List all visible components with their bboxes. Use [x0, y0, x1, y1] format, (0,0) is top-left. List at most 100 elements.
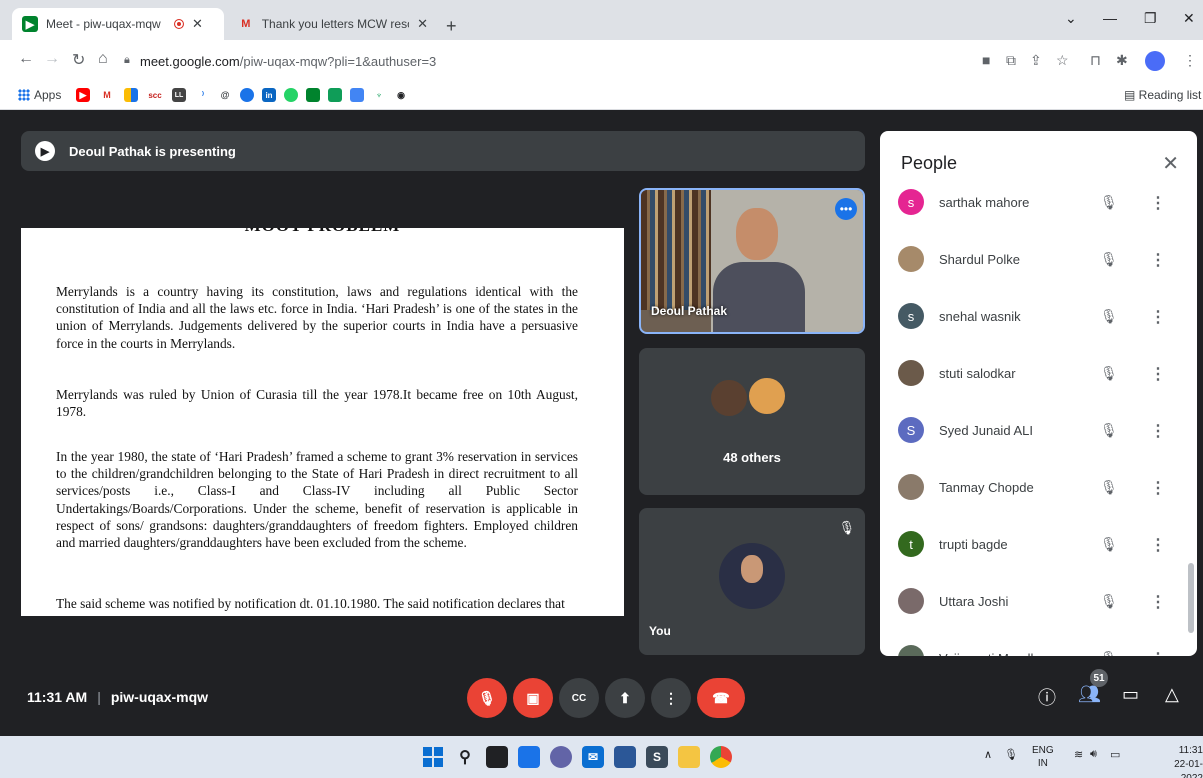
chat-icon[interactable]: ▭ [1122, 684, 1139, 705]
windows-start-icon[interactable] [422, 746, 444, 768]
people-panel-title: People [901, 153, 958, 173]
people-panel: People ✕ s sarthak mahore 🎙︎ ⋮ Shardul Polke… [880, 131, 1197, 656]
tray-chevron-icon[interactable]: ∧ [984, 748, 992, 761]
gmail-icon: M [241, 18, 251, 30]
more-vert-icon[interactable]: ⋮ [1150, 592, 1166, 612]
leave-call-button[interactable]: ☎ [697, 678, 745, 718]
sheets-icon[interactable] [328, 88, 342, 102]
bookmark-icon[interactable]: @ [218, 88, 232, 102]
forward-arrow-icon[interactable]: → [44, 50, 60, 68]
shared-document: MOOT PROBLEM Merrylands is a country hav… [21, 228, 624, 616]
more-vert-icon[interactable]: ⋮ [1150, 421, 1166, 441]
reload-icon[interactable]: ↻ [72, 50, 85, 70]
close-window-button[interactable]: ✕ [1183, 10, 1195, 27]
minimize-button[interactable]: — [1103, 10, 1117, 26]
more-vert-icon[interactable]: ⋮ [1150, 535, 1166, 555]
google-meet-icon[interactable] [306, 88, 320, 102]
lang-bottom: IN [1037, 758, 1048, 769]
participant-avatar [898, 588, 924, 614]
presenting-text: Deoul Pathak is presenting [69, 143, 236, 159]
store-icon[interactable] [614, 746, 636, 768]
new-tab-button[interactable]: + [446, 16, 457, 37]
chrome-icon[interactable] [710, 746, 732, 768]
captions-button[interactable]: CC [559, 678, 599, 718]
menu-dots-icon[interactable]: ⋮ [1183, 52, 1197, 69]
apps-bookmark[interactable]: Apps [18, 88, 61, 102]
whatsapp-icon[interactable] [284, 88, 298, 102]
chat-app-icon[interactable] [550, 746, 572, 768]
file-explorer-icon[interactable] [678, 746, 700, 768]
camera-icon[interactable]: ■ [982, 52, 990, 68]
home-icon[interactable]: ⌂ [98, 50, 108, 68]
gmail-icon[interactable]: M [100, 88, 114, 102]
mail-icon[interactable]: ✉ [582, 746, 604, 768]
bookmark-icon[interactable] [124, 88, 138, 102]
volume-icon[interactable]: 🔊︎ [1090, 748, 1097, 761]
bookshelf [641, 190, 711, 310]
share-icon[interactable]: ⇪ [1030, 52, 1042, 69]
people-icon[interactable]: 👥︎ [1078, 684, 1101, 705]
bookmark-icon[interactable]: ♆ [372, 88, 386, 102]
more-vert-icon[interactable]: ⋮ [1150, 250, 1166, 270]
mic-off-icon: 🎙︎ [478, 689, 496, 706]
reading-list-button[interactable]: ▤ Reading list [1124, 88, 1201, 102]
camera-off-button[interactable]: ▣ [513, 678, 553, 718]
mic-off-icon: 🎙︎ [1100, 308, 1118, 324]
participant-name: Shardul Polke [939, 252, 1020, 267]
more-vert-icon[interactable]: ⋮ [1150, 649, 1166, 656]
close-tab-icon[interactable]: ✕ [417, 16, 428, 32]
activities-icon[interactable]: △ [1165, 684, 1179, 705]
battery-icon[interactable]: ▭ [1110, 748, 1120, 761]
app-icon[interactable]: S [646, 746, 668, 768]
live-law-icon[interactable]: LL [172, 88, 186, 102]
others-tile[interactable]: 48 others [639, 348, 865, 495]
bookmark-star-icon[interactable]: ☆ [1056, 52, 1069, 69]
address-bar[interactable]: meet.google.com/piw-uqax-mqw?pli=1&authu… [140, 54, 436, 69]
participant-row[interactable]: Uttara Joshi 🎙︎ ⋮ [880, 588, 1197, 656]
more-vert-icon[interactable]: ⋮ [1150, 193, 1166, 213]
open-external-icon[interactable]: ⧉ [1006, 52, 1016, 69]
meeting-code: piw-uqax-mqw [110, 689, 209, 705]
meeting-details-icon[interactable]: ⓘ [1038, 684, 1056, 710]
tab-gmail[interactable]: M Thank you letters MCW resource ✕ [228, 8, 438, 40]
more-options-icon[interactable]: ••• [835, 198, 857, 220]
linkedin-icon[interactable]: in [262, 88, 276, 102]
more-vert-icon[interactable]: ⋮ [1150, 478, 1166, 498]
tab-search-chevron-icon[interactable]: ⌄ [1065, 10, 1077, 27]
task-view-icon[interactable] [486, 746, 508, 768]
close-icon[interactable]: ✕ [1162, 151, 1179, 176]
mic-off-button[interactable]: 🎙︎ [467, 678, 507, 718]
scrollbar[interactable] [1188, 563, 1194, 633]
participant-avatar: S [898, 417, 924, 443]
bookmark-icon[interactable]: ◉ [394, 88, 408, 102]
widgets-icon[interactable] [518, 746, 540, 768]
extension-icon[interactable]: ⊓ [1090, 52, 1101, 69]
mic-off-icon: 🎙︎ [1100, 593, 1118, 609]
present-button[interactable]: ⬆ [605, 678, 645, 718]
close-tab-icon[interactable]: ✕ [192, 16, 203, 32]
presenter-video-tile[interactable]: ••• Deoul Pathak [639, 188, 865, 334]
more-vert-icon[interactable]: ⋮ [1150, 307, 1166, 327]
bookmark-icon[interactable]: ⁾ [196, 88, 210, 102]
self-tile[interactable]: 🎙︎ You [639, 508, 865, 655]
language-indicator[interactable]: ENG IN [1032, 744, 1054, 770]
wifi-icon[interactable]: ≋ [1074, 748, 1083, 761]
search-icon[interactable]: ⚲ [454, 746, 476, 768]
youtube-icon[interactable]: ▶ [76, 88, 90, 102]
back-arrow-icon[interactable]: ← [18, 50, 34, 68]
mic-off-icon: 🎙︎ [1100, 422, 1118, 438]
docs-icon[interactable] [350, 88, 364, 102]
more-vert-icon[interactable]: ⋮ [1150, 364, 1166, 384]
more-options-button[interactable]: ⋮ [651, 678, 691, 718]
reading-list-label: Reading list [1138, 88, 1202, 102]
puzzle-icon[interactable]: ✱ [1116, 52, 1128, 69]
system-clock[interactable]: 11:31 22-01-2022 [1154, 744, 1203, 778]
bookmark-icon[interactable] [240, 88, 254, 102]
tab-meet[interactable]: ▶ Meet - piw-uqax-mqw ✕ [12, 8, 224, 40]
mic-tray-icon[interactable]: 🎙︎ [1004, 748, 1018, 761]
presenter-head [736, 208, 778, 260]
profile-avatar[interactable] [1145, 51, 1165, 71]
recording-indicator-icon [174, 19, 184, 29]
restore-button[interactable]: ❐ [1144, 10, 1157, 27]
scc-icon[interactable]: scc [148, 88, 162, 102]
